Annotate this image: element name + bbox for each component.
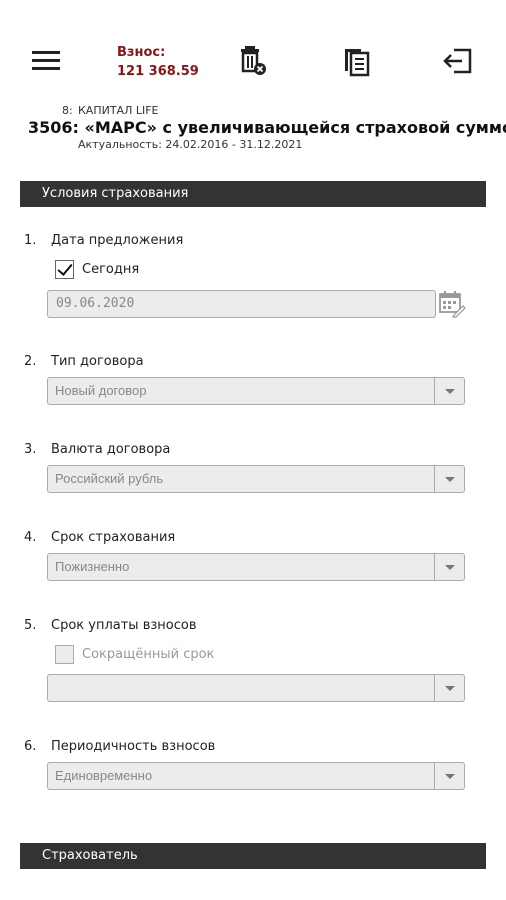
insurance-term-value: Пожизненно [55,559,130,574]
chevron-down-icon[interactable] [434,466,464,492]
today-checkbox[interactable] [55,260,74,279]
contract-type-select[interactable]: Новый договор [47,377,465,405]
currency-select[interactable]: Российский рубль [47,465,465,493]
question-1-number: 1. [24,233,37,248]
delete-calculation-icon[interactable] [238,44,270,78]
question-6-label: Периодичность взносов [51,739,216,754]
premium-summary: Взнос: 121 368.59 [117,44,199,82]
payment-term-select[interactable] [47,674,465,702]
question-4-number: 4. [24,530,37,545]
chevron-down-icon[interactable] [434,675,464,701]
toolbar: Взнос: 121 368.59 [0,0,506,100]
product-validity: Актуальность: 24.02.2016 - 31.12.2021 [78,138,303,151]
question-2-label: Тип договора [51,354,144,369]
currency-value: Российский рубль [55,471,164,486]
section-conditions-header[interactable]: Условия страхования [20,181,486,207]
product-number: 8: [62,104,73,117]
payment-frequency-select[interactable]: Единовременно [47,762,465,790]
calendar-icon[interactable] [438,290,466,318]
today-checkbox-label: Сегодня [82,262,140,277]
offer-date-field[interactable]: 09.06.2020 [47,290,436,318]
product-category: КАПИТАЛ LIFE [78,104,159,117]
product-title: 3506: «МАРС» с увеличивающейся страховой… [28,118,506,137]
question-4-label: Срок страхования [51,530,176,545]
exit-icon[interactable] [442,44,474,78]
section-policyholder-header[interactable]: Страхователь [20,843,486,869]
payment-frequency-value: Единовременно [55,768,153,783]
shortened-term-label: Сокращённый срок [82,647,215,662]
copy-document-icon[interactable] [341,44,373,78]
question-1-label: Дата предложения [51,233,184,248]
insurance-term-select[interactable]: Пожизненно [47,553,465,581]
question-6-number: 6. [24,739,37,754]
shortened-term-checkbox[interactable] [55,645,74,664]
premium-value: 121 368.59 [117,64,199,79]
question-5-label: Срок уплаты взносов [51,618,197,633]
chevron-down-icon[interactable] [434,378,464,404]
hamburger-menu-icon[interactable] [30,48,64,74]
premium-label: Взнос: [117,45,166,60]
chevron-down-icon[interactable] [434,763,464,789]
question-5-number: 5. [24,618,37,633]
contract-type-value: Новый договор [55,383,147,398]
question-3-number: 3. [24,442,37,457]
question-2-number: 2. [24,354,37,369]
chevron-down-icon[interactable] [434,554,464,580]
question-3-label: Валюта договора [51,442,171,457]
